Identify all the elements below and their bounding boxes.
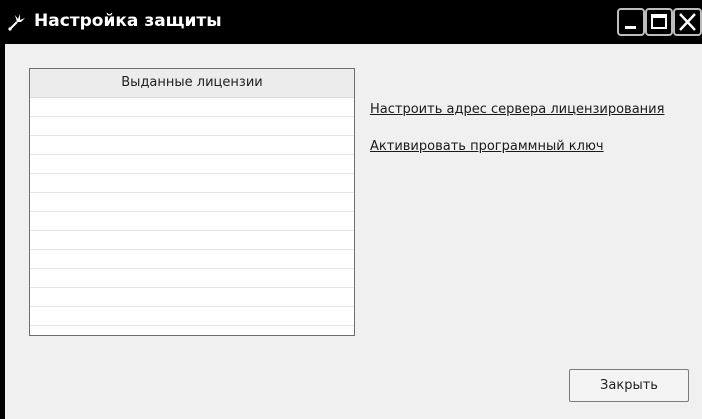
- close-icon: [679, 13, 696, 31]
- protection-settings-window: Настройка защиты Выданные лицензии Настр…: [0, 0, 702, 419]
- activate-software-key-link[interactable]: Активировать программный ключ: [370, 139, 604, 154]
- licenses-list-body[interactable]: [30, 98, 354, 335]
- configure-license-server-link[interactable]: Настроить адрес сервера лицензирования: [370, 102, 664, 117]
- list-row: [30, 269, 354, 288]
- list-row: [30, 155, 354, 174]
- list-row: [30, 117, 354, 136]
- maximize-button[interactable]: [645, 8, 673, 36]
- tool-icon: [6, 11, 28, 33]
- list-row: [30, 98, 354, 117]
- close-window-button[interactable]: [673, 8, 702, 36]
- issued-licenses-list[interactable]: Выданные лицензии: [29, 68, 355, 336]
- list-row: [30, 307, 354, 326]
- list-row: [30, 193, 354, 212]
- maximize-icon: [651, 14, 667, 29]
- list-row: [30, 174, 354, 193]
- minimize-button[interactable]: [617, 8, 645, 36]
- window-title: Настройка защиты: [34, 11, 222, 31]
- list-row: [30, 288, 354, 307]
- licenses-column-header[interactable]: Выданные лицензии: [30, 69, 354, 98]
- list-row: [30, 136, 354, 155]
- list-row: [30, 250, 354, 269]
- list-row: [30, 231, 354, 250]
- window-client-area: Выданные лицензии Настроить адрес сервер…: [5, 44, 702, 419]
- title-bar[interactable]: Настройка защиты: [0, 0, 702, 44]
- minimize-icon: [625, 26, 636, 29]
- close-button[interactable]: Закрыть: [569, 369, 689, 402]
- list-row: [30, 212, 354, 231]
